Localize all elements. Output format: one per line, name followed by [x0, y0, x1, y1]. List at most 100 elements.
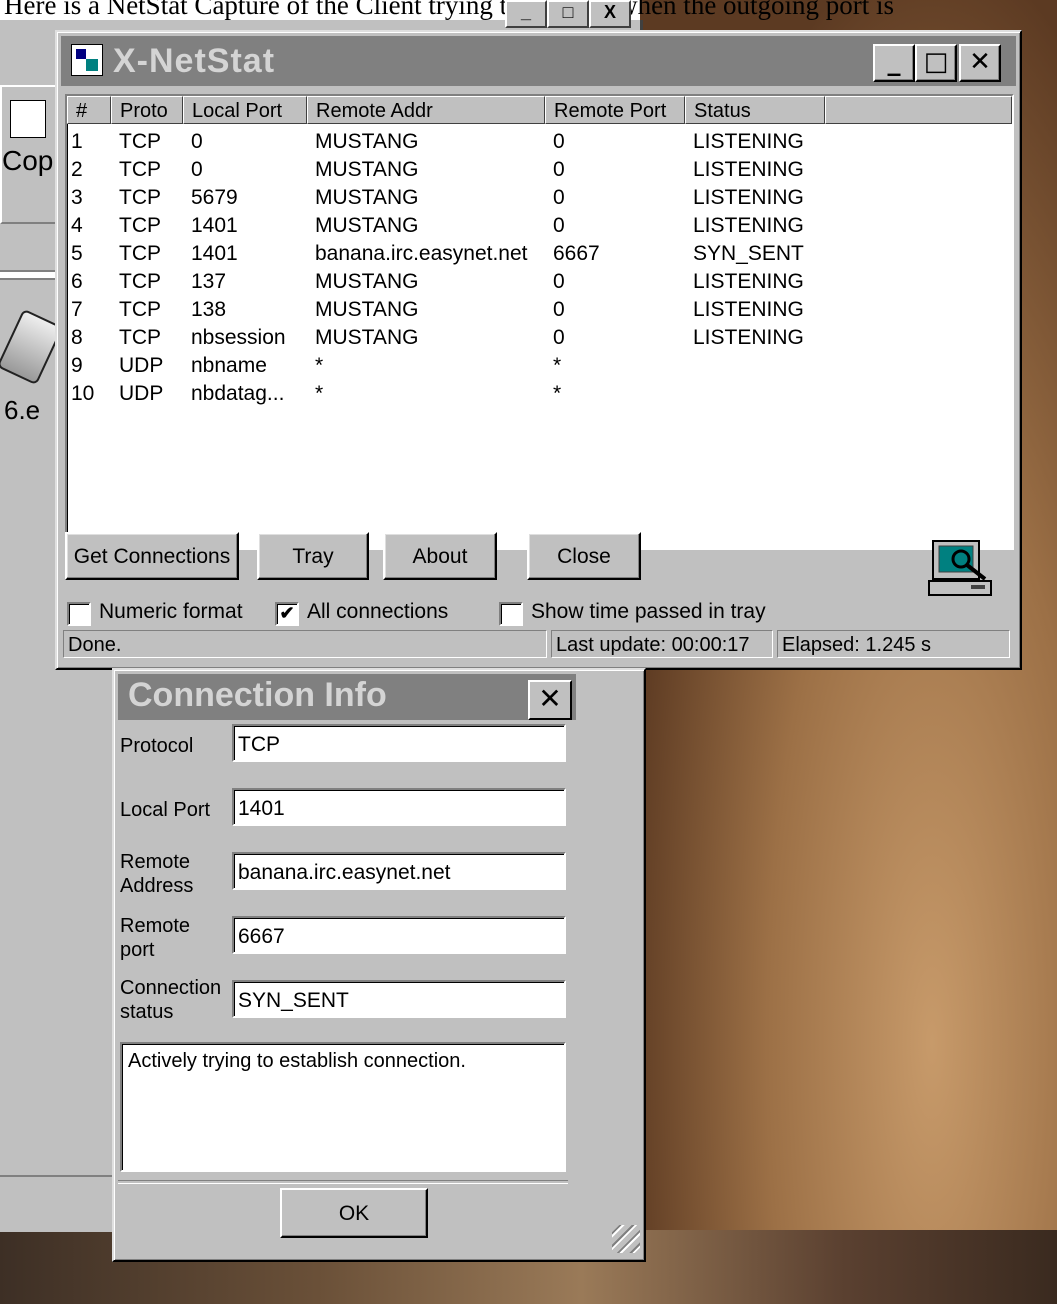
- table-cell-rport: 0: [553, 326, 565, 349]
- connections-list[interactable]: # Proto Local Port Remote Addr Remote Po…: [65, 94, 1014, 550]
- table-cell-status: LISTENING: [693, 130, 804, 153]
- table-cell-status: LISTENING: [693, 214, 804, 237]
- column-header-local-port[interactable]: Local Port: [183, 96, 307, 124]
- table-cell-n: 6: [71, 270, 83, 293]
- table-cell-proto: TCP: [119, 130, 161, 153]
- close-button[interactable]: Close: [527, 532, 641, 580]
- table-cell-status: LISTENING: [693, 186, 804, 209]
- maximize-button[interactable]: □: [915, 44, 957, 82]
- show-time-checkbox[interactable]: [499, 602, 523, 626]
- table-cell-n: 3: [71, 186, 83, 209]
- local-port-field[interactable]: 1401: [232, 788, 566, 826]
- table-cell-proto: TCP: [119, 214, 161, 237]
- all-connections-checkbox[interactable]: ✔: [275, 602, 299, 626]
- table-cell-rport: *: [553, 354, 562, 377]
- connection-description[interactable]: Actively trying to establish connection.: [120, 1042, 566, 1172]
- table-cell-rport: 0: [553, 270, 565, 293]
- tray-button[interactable]: Tray: [257, 532, 369, 580]
- numeric-format-checkbox[interactable]: [67, 602, 91, 626]
- table-row[interactable]: 2 TCP 0 MUSTANG 0 LISTENING: [67, 156, 1007, 184]
- table-cell-local: 1401: [191, 242, 238, 265]
- dialog-title: Connection Info: [128, 676, 387, 714]
- protocol-field[interactable]: TCP: [232, 724, 566, 762]
- table-row[interactable]: 8 TCP nbsession MUSTANG 0 LISTENING: [67, 324, 1007, 352]
- list-header: # Proto Local Port Remote Addr Remote Po…: [67, 96, 1012, 126]
- table-cell-rport: 0: [553, 186, 565, 209]
- connection-info-dialog: Connection Info ✕ Protocol TCP Local Por…: [112, 668, 646, 1262]
- table-cell-remote: MUSTANG: [315, 214, 419, 237]
- column-header-proto[interactable]: Proto: [111, 96, 183, 124]
- checkmark-icon: ✔: [279, 603, 295, 623]
- dialog-close-button[interactable]: ✕: [528, 680, 572, 720]
- table-row[interactable]: 4 TCP 1401 MUSTANG 0 LISTENING: [67, 212, 1007, 240]
- executable-label: 6.e: [4, 395, 41, 425]
- table-cell-remote: MUSTANG: [315, 298, 419, 321]
- connection-status-label: Connection status: [120, 977, 222, 1023]
- table-cell-proto: TCP: [119, 298, 161, 321]
- about-button[interactable]: About: [383, 532, 497, 580]
- xnetstat-titlebar[interactable]: X-NetStat _ □ ✕: [61, 36, 1016, 86]
- background-close-button[interactable]: X: [589, 0, 631, 28]
- remote-port-label: Remote port: [120, 915, 191, 961]
- minimize-button[interactable]: _: [873, 44, 915, 82]
- table-cell-local: nbname: [191, 354, 267, 377]
- table-cell-n: 2: [71, 158, 83, 181]
- column-header-empty: [825, 96, 1012, 124]
- background-window-controls: _ □ X: [505, 0, 635, 28]
- table-cell-remote: MUSTANG: [315, 270, 419, 293]
- table-cell-proto: TCP: [119, 270, 161, 293]
- table-cell-local: 137: [191, 270, 227, 293]
- table-cell-rport: 6667: [553, 242, 600, 265]
- table-cell-proto: TCP: [119, 242, 161, 265]
- column-header-number[interactable]: #: [67, 96, 111, 124]
- protocol-label: Protocol: [120, 735, 194, 757]
- table-cell-proto: TCP: [119, 158, 161, 181]
- table-row[interactable]: 10 UDP nbdatag... * *: [67, 380, 1007, 408]
- status-elapsed: Elapsed: 1.245 s: [777, 630, 1010, 658]
- status-done: Done.: [63, 630, 547, 658]
- remote-address-field[interactable]: banana.irc.easynet.net: [232, 852, 566, 890]
- table-cell-n: 5: [71, 242, 83, 265]
- computer-icon: [928, 540, 992, 596]
- status-last-update: Last update: 00:00:17: [551, 630, 773, 658]
- table-cell-status: SYN_SENT: [693, 242, 804, 265]
- table-row[interactable]: 1 TCP 0 MUSTANG 0 LISTENING: [67, 128, 1007, 156]
- connection-info-titlebar[interactable]: Connection Info ✕: [118, 674, 576, 720]
- background-maximize-button[interactable]: □: [547, 0, 589, 28]
- table-cell-status: LISTENING: [693, 326, 804, 349]
- numeric-format-label: Numeric format: [99, 600, 243, 623]
- table-cell-local: 0: [191, 130, 203, 153]
- column-header-remote-addr[interactable]: Remote Addr: [307, 96, 545, 124]
- table-cell-remote: MUSTANG: [315, 186, 419, 209]
- column-header-status[interactable]: Status: [685, 96, 825, 124]
- app-icon[interactable]: [71, 44, 103, 76]
- table-cell-proto: UDP: [119, 382, 164, 405]
- table-row[interactable]: 7 TCP 138 MUSTANG 0 LISTENING: [67, 296, 1007, 324]
- table-cell-status: LISTENING: [693, 298, 804, 321]
- ok-button[interactable]: OK: [280, 1188, 428, 1238]
- column-header-remote-port[interactable]: Remote Port: [545, 96, 685, 124]
- background-minimize-button[interactable]: _: [505, 0, 547, 28]
- table-cell-n: 10: [71, 382, 95, 405]
- table-cell-rport: 0: [553, 158, 565, 181]
- table-cell-rport: 0: [553, 130, 565, 153]
- table-cell-remote: *: [315, 354, 324, 377]
- background-divider: [0, 270, 60, 280]
- close-window-button[interactable]: ✕: [959, 44, 1001, 82]
- table-row[interactable]: 3 TCP 5679 MUSTANG 0 LISTENING: [67, 184, 1007, 212]
- table-cell-local: 5679: [191, 186, 238, 209]
- all-connections-label: All connections: [307, 600, 449, 623]
- show-time-label: Show time passed in tray: [531, 600, 766, 623]
- connection-status-field[interactable]: SYN_SENT: [232, 980, 566, 1018]
- table-row[interactable]: 6 TCP 137 MUSTANG 0 LISTENING: [67, 268, 1007, 296]
- get-connections-button[interactable]: Get Connections: [65, 532, 239, 580]
- resize-grip-icon[interactable]: [612, 1225, 640, 1253]
- remote-port-field[interactable]: 6667: [232, 916, 566, 954]
- table-cell-rport: 0: [553, 298, 565, 321]
- copy-icon[interactable]: [10, 100, 46, 138]
- table-row[interactable]: 5 TCP 1401 banana.irc.easynet.net 6667 SYN_SE…: [67, 240, 1007, 268]
- remote-address-label: Remote Address: [120, 851, 194, 897]
- table-cell-n: 4: [71, 214, 83, 237]
- table-row[interactable]: 9 UDP nbname * *: [67, 352, 1007, 380]
- table-cell-remote: banana.irc.easynet.net: [315, 242, 528, 265]
